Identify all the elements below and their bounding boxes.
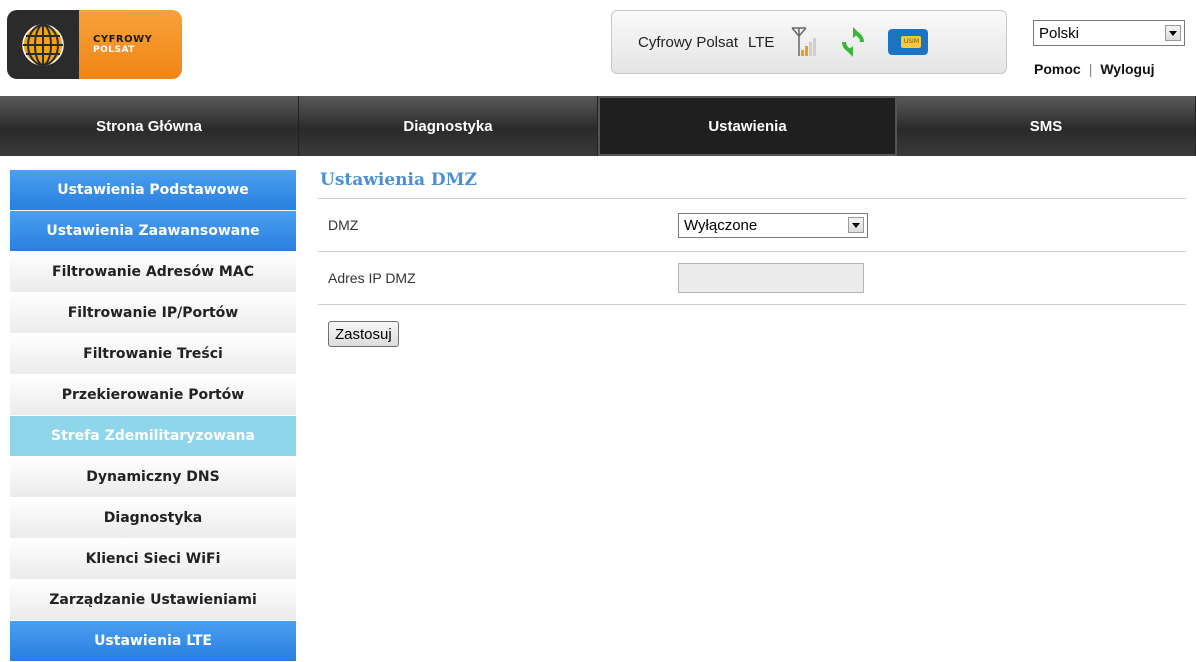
main-navigation: Strona Główna Diagnostyka Ustawienia SMS (0, 96, 1196, 156)
sidebar-item-content-filtering[interactable]: Filtrowanie Treści (10, 334, 296, 375)
sidebar-item-lte-settings[interactable]: Ustawienia LTE (10, 621, 296, 662)
connection-status-panel: Cyfrowy Polsat LTE USIM (611, 10, 1007, 74)
logo-text-bottom: POLSAT (93, 44, 135, 55)
sidebar-item-advanced-settings[interactable]: Ustawienia Zaawansowane (10, 211, 296, 252)
sidebar-item-ip-port-filtering[interactable]: Filtrowanie IP/Portów (10, 293, 296, 334)
top-links: Pomoc | Wyloguj (1034, 61, 1155, 77)
page-title: Ustawienia DMZ (320, 170, 477, 190)
help-link[interactable]: Pomoc (1034, 61, 1081, 77)
dmz-ip-label: Adres IP DMZ (328, 270, 416, 286)
cyfrowy-polsat-logo[interactable]: CYFROWY POLSAT (7, 10, 182, 79)
sidebar-item-wifi-clients[interactable]: Klienci Sieci WiFi (10, 539, 296, 580)
apply-button[interactable]: Zastosuj (328, 321, 399, 347)
sidebar-item-dynamic-dns[interactable]: Dynamiczny DNS (10, 457, 296, 498)
link-separator: | (1088, 61, 1093, 77)
logo-text-top: CYFROWY (93, 33, 153, 45)
chevron-down-icon[interactable] (848, 217, 864, 233)
usim-chip: USIM (901, 36, 922, 48)
tab-diagnostics[interactable]: Diagnostyka (299, 96, 598, 156)
sidebar-item-diagnostics[interactable]: Diagnostyka (10, 498, 296, 539)
tab-home[interactable]: Strona Główna (0, 96, 299, 156)
dmz-row: DMZ Wyłączone (318, 199, 1186, 252)
tab-sms[interactable]: SMS (897, 96, 1196, 156)
sidebar-item-settings-management[interactable]: Zarządzanie Ustawieniami (10, 580, 296, 621)
usim-card-icon: USIM (888, 29, 929, 55)
dmz-label: DMZ (328, 217, 359, 233)
language-value: Polski (1039, 24, 1080, 42)
dmz-ip-row: Adres IP DMZ (318, 252, 1186, 305)
sidebar-item-dmz[interactable]: Strefa Zdemilitaryzowana (10, 416, 296, 457)
globe-icon (7, 10, 79, 79)
tab-settings[interactable]: Ustawienia (598, 96, 897, 156)
chevron-down-icon[interactable] (1165, 25, 1181, 41)
dmz-select-value: Wyłączone (684, 216, 758, 234)
sidebar-item-port-forwarding[interactable]: Przekierowanie Portów (10, 375, 296, 416)
refresh-icon[interactable] (838, 27, 868, 57)
logout-link[interactable]: Wyloguj (1100, 61, 1154, 77)
network-type: LTE (748, 33, 775, 51)
sidebar-item-mac-filtering[interactable]: Filtrowanie Adresów MAC (10, 252, 296, 293)
signal-strength-icon (791, 27, 817, 56)
dmz-settings-panel: Ustawienia DMZ DMZ Wyłączone Adres IP DM… (318, 170, 1186, 347)
dmz-select[interactable]: Wyłączone (678, 212, 868, 238)
sidebar-menu: Ustawienia Podstawowe Ustawienia Zaawans… (10, 170, 296, 662)
sidebar-item-basic-settings[interactable]: Ustawienia Podstawowe (10, 170, 296, 211)
dmz-ip-input[interactable] (678, 263, 864, 293)
operator-name: Cyfrowy Polsat (638, 33, 739, 51)
language-select[interactable]: Polski (1033, 20, 1185, 46)
